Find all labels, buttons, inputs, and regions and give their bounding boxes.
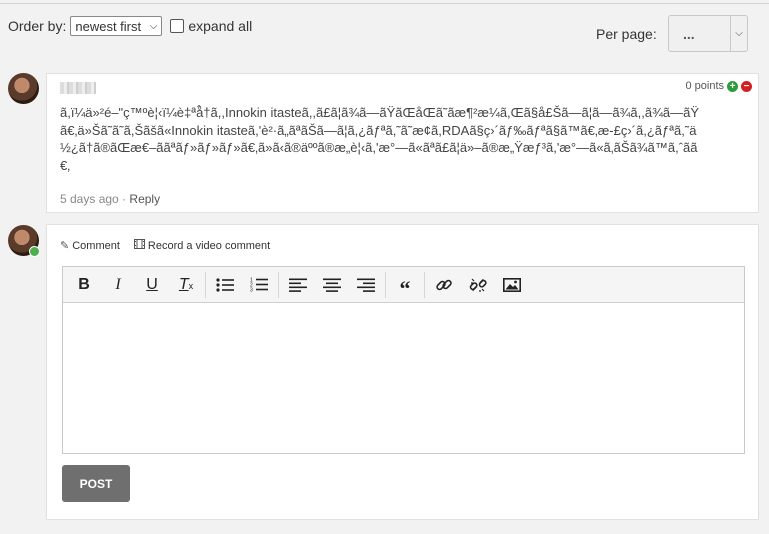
comment-composer: ✎ Comment Record a video comment B I U T… xyxy=(46,224,759,520)
per-page-label: Per page: xyxy=(596,26,657,42)
toolbar-divider xyxy=(385,271,386,298)
chevron-down-icon: ⌵ xyxy=(149,20,158,32)
author-name-blurred[interactable] xyxy=(60,82,96,94)
top-divider xyxy=(0,3,769,4)
quote-icon[interactable]: “ xyxy=(388,268,422,302)
toolbar-divider xyxy=(424,271,425,298)
clear-format-icon[interactable]: Tx xyxy=(169,268,203,302)
bullet-list-icon[interactable] xyxy=(208,268,242,302)
comment-text: ã,ï¼ä»²é–"ç™ºè¦‹ï¼è‡ªå̂†ã,,Innokin itast… xyxy=(60,105,700,173)
downvote-icon[interactable]: − xyxy=(741,80,752,92)
reply-link[interactable]: Reply xyxy=(129,192,160,206)
tab-video-comment[interactable]: Record a video comment xyxy=(133,239,271,252)
align-left-icon[interactable] xyxy=(281,268,315,302)
expand-all-checkbox[interactable] xyxy=(170,19,185,33)
align-center-icon[interactable] xyxy=(315,268,349,302)
comment-points: 0 points + − xyxy=(685,80,752,92)
composer-tabs: ✎ Comment Record a video comment xyxy=(60,239,284,252)
pencil-icon: ✎ xyxy=(60,240,70,252)
image-icon[interactable] xyxy=(495,268,529,302)
expand-all-label: expand all xyxy=(188,18,253,34)
online-status-icon xyxy=(29,246,40,257)
toolbar-divider xyxy=(278,271,279,298)
rich-text-editor: B I U Tx 123 “ xyxy=(62,266,745,454)
current-user-avatar xyxy=(8,225,40,257)
numbered-list-icon[interactable]: 123 xyxy=(242,268,276,302)
tab-video-label: Record a video comment xyxy=(147,239,271,252)
per-page-select[interactable]: ... ⌵ xyxy=(668,15,748,52)
align-right-icon[interactable] xyxy=(349,268,383,302)
unlink-icon[interactable] xyxy=(461,268,495,302)
svg-text:3: 3 xyxy=(250,288,253,293)
toolbar-divider xyxy=(205,271,206,298)
meta-separator: · xyxy=(122,192,127,206)
upvote-icon[interactable]: + xyxy=(727,80,738,92)
comment-timestamp[interactable]: 5 days ago xyxy=(60,192,119,206)
comment-meta: 5 days ago · Reply xyxy=(60,192,160,206)
comment-card: 0 points + − ã,ï¼ä»²é–"ç™ºè¦‹ï¼è‡ªå̂†ã,,… xyxy=(46,73,759,213)
editor-toolbar: B I U Tx 123 “ xyxy=(63,267,744,303)
film-icon xyxy=(133,239,145,252)
italic-icon[interactable]: I xyxy=(101,268,135,302)
editor-text-area[interactable] xyxy=(63,303,744,453)
post-button[interactable]: POST xyxy=(62,465,130,502)
tab-comment[interactable]: ✎ Comment xyxy=(60,239,120,253)
underline-icon[interactable]: U xyxy=(135,268,169,302)
order-by-label: Order by: xyxy=(8,18,67,34)
chevron-down-icon[interactable]: ⌵ xyxy=(730,16,747,51)
expand-all-toggle[interactable]: expand all xyxy=(170,18,252,34)
order-select-value: newest first xyxy=(75,18,142,34)
tab-comment-label: Comment xyxy=(72,239,120,252)
order-controls: Order by: newest first ⌵ expand all xyxy=(8,16,252,36)
avatar[interactable] xyxy=(8,73,39,104)
points-count: 0 points xyxy=(685,80,724,92)
order-select[interactable]: newest first ⌵ xyxy=(70,16,163,36)
bold-icon[interactable]: B xyxy=(67,268,101,302)
per-page-value: ... xyxy=(683,26,695,42)
link-icon[interactable] xyxy=(427,268,461,302)
